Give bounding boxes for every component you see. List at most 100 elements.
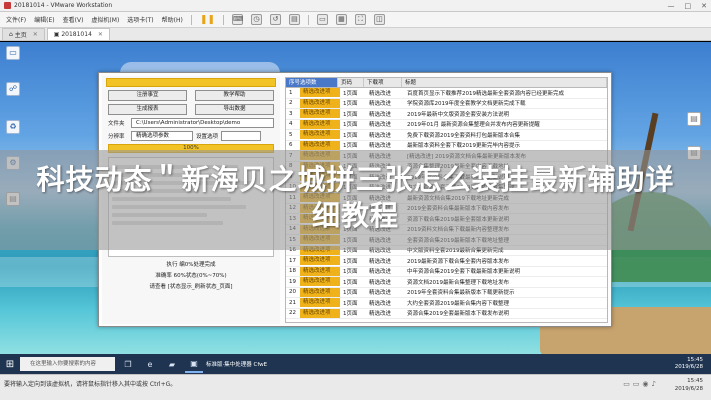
row-page: 1页面 xyxy=(343,101,358,108)
tab-label: 20181014 xyxy=(61,31,92,38)
minimize-button[interactable]: — xyxy=(668,2,675,10)
desktop-icon-computer[interactable]: ▭ xyxy=(4,46,22,60)
settings-label: 设置选项 xyxy=(196,134,219,140)
menu-vm[interactable]: 虚拟机(M) xyxy=(87,15,123,24)
host-clock[interactable]: 15:45 2019/6/28 xyxy=(675,377,703,393)
row-download: 精选改进 xyxy=(369,300,392,307)
menu-file[interactable]: 文件(F) xyxy=(2,15,30,24)
row-download: 精选改进 xyxy=(369,311,392,318)
snapshot-icon[interactable]: ◷ xyxy=(250,14,262,25)
taskbar-search-input[interactable]: 在这里输入你要搜索的内容 xyxy=(20,357,115,371)
header-download[interactable]: 下载项 xyxy=(364,78,402,87)
resolution-label: 分辨率 xyxy=(108,134,125,140)
row-download: 精选改进 xyxy=(369,290,392,297)
table-row[interactable]: 3 精选改进项 1页面 精选改进 2019年最新中文版资源全套安装方法说明 xyxy=(286,109,607,120)
row-page: 1页面 xyxy=(343,300,358,307)
resolution-input[interactable]: 精确选项参数 xyxy=(131,131,193,141)
row-download: 精选改进 xyxy=(369,122,392,129)
table-row[interactable]: 17 精选改进项 1页面 精选改进 2019最新资源下载合集全套内容版本发布 xyxy=(286,256,607,267)
menu-view[interactable]: 查看(V) xyxy=(59,15,88,24)
tab-label: 主页 xyxy=(14,32,27,39)
row-number: 1 xyxy=(289,89,293,96)
row-title: 2019年全套资料合集最新版本下载更新提示 xyxy=(407,290,515,297)
menu-edit[interactable]: 编辑(E) xyxy=(30,15,58,24)
snapshot-manager-icon[interactable]: ▤ xyxy=(288,14,300,25)
button-row: 生成报表 导出数据 xyxy=(108,104,274,115)
row-download: 精选改进 xyxy=(369,269,392,276)
desktop-icon-file[interactable]: ▤ xyxy=(685,112,703,126)
vmware-titlebar: 20181014 - VMware Workstation — □ ✕ xyxy=(0,0,711,12)
register-button[interactable]: 注册事宜 xyxy=(108,90,187,101)
row-page: 1页面 xyxy=(343,90,358,97)
task-view-icon[interactable]: ❐ xyxy=(119,355,137,373)
desktop-icon-network[interactable]: ☍ xyxy=(4,82,22,96)
help-button[interactable]: 教学帮助 xyxy=(195,90,274,101)
tab-home[interactable]: ⌂ 主页 ✕ xyxy=(2,28,45,40)
device-icons[interactable]: ▭▭◉♪ xyxy=(623,380,659,388)
vmware-tabbar: ⌂ 主页 ✕ ▣ 20181014 ✕ xyxy=(0,28,711,41)
guest-clock[interactable]: 15:45 2019/6/28 xyxy=(675,357,711,371)
windows-start-icon[interactable]: ⊞ xyxy=(0,354,20,374)
table-row[interactable]: 20 精选改进项 1页面 精选改进 2019年全套资料合集最新版本下载更新提示 xyxy=(286,287,607,298)
status-line: 请查看 [状态显示_刷新状态_页面] xyxy=(149,284,233,290)
active-app-label[interactable]: 标准版·集中处理器 CfwE xyxy=(206,360,267,368)
menu-help[interactable]: 帮助(H) xyxy=(158,15,187,24)
menu-separator xyxy=(190,14,192,25)
status-line: 执行 编0%处理完成 xyxy=(166,262,216,268)
generate-report-button[interactable]: 生成报表 xyxy=(108,104,187,115)
row-status-badge: 精选改进项 xyxy=(300,256,340,266)
file-explorer-icon[interactable]: ▰ xyxy=(163,355,181,373)
row-status-badge: 精选改进项 xyxy=(300,130,340,140)
close-button[interactable]: ✕ xyxy=(701,2,707,10)
row-title: 最新版本资料全套下载2019更新完毕内容提示 xyxy=(407,143,520,150)
fullscreen-icon[interactable]: ⛶ xyxy=(354,14,366,25)
table-header: 序号选项数 页码 下载项 标题 xyxy=(286,78,607,88)
send-ctrl-alt-del-icon[interactable]: ⌨ xyxy=(231,14,243,25)
table-row[interactable]: 22 精选改进项 1页面 精选改进 资源合集2019全套最新版本下载发布说明 xyxy=(286,308,607,319)
row-number: 4 xyxy=(289,121,293,128)
app-taskbar-icon[interactable]: ▣ xyxy=(185,355,203,373)
table-row[interactable]: 19 精选改进项 1页面 精选改进 资源文档2019最新合集整理下载地址发布 xyxy=(286,277,607,288)
guest-time: 15:45 xyxy=(687,357,703,363)
folder-path-input[interactable]: C:\Users\Administrator\Desktop\demo xyxy=(131,118,274,128)
table-row[interactable]: 1 精选改进项 1页面 精选改进 百度首页显示下载推荐2019精选最新全套资源内容已经更… xyxy=(286,88,607,99)
row-status-badge: 精选改进项 xyxy=(300,88,340,98)
table-row[interactable]: 2 精选改进项 1页面 精选改进 学院资源库2019年度全套教学文档更新完成下载 xyxy=(286,98,607,109)
row-title: 学院资源库2019年度全套教学文档更新完成下载 xyxy=(407,101,526,108)
table-row[interactable]: 4 精选改进项 1页面 精选改进 2019年01月 最新资源合集整理合并发布内容更新提醒 xyxy=(286,119,607,130)
thumbnail-view-icon[interactable]: ▦ xyxy=(335,14,347,25)
tab-vm[interactable]: ▣ 20181014 ✕ xyxy=(46,28,110,40)
menu-tabs[interactable]: 选项卡(T) xyxy=(123,15,157,24)
unity-icon[interactable]: ◫ xyxy=(373,14,385,25)
maximize-button[interactable]: □ xyxy=(685,2,692,10)
row-page: 1页面 xyxy=(343,290,358,297)
table-row[interactable]: 21 精选改进项 1页面 精选改进 大约全套资源2019最新合集内容下载整理 xyxy=(286,298,607,309)
header-status[interactable]: 序号选项数 xyxy=(286,78,338,87)
library-view-icon[interactable]: ▭ xyxy=(316,14,328,25)
button-row: 注册事宜 教学帮助 xyxy=(108,90,274,101)
row-number: 17 xyxy=(289,257,296,264)
revert-snapshot-icon[interactable]: ↺ xyxy=(269,14,281,25)
tab-close-icon[interactable]: ✕ xyxy=(98,31,103,38)
tab-close-icon[interactable]: ✕ xyxy=(33,31,38,38)
row-title: 2019最新资源下载合集全套内容版本发布 xyxy=(407,258,509,265)
window-title: 20181014 - VMware Workstation xyxy=(14,2,113,9)
row-status-badge: 精选改进项 xyxy=(300,287,340,297)
export-data-button[interactable]: 导出数据 xyxy=(195,104,274,115)
header-page[interactable]: 页码 xyxy=(338,78,364,87)
edge-browser-icon[interactable]: e xyxy=(141,355,159,373)
headline-banner: 科技动态＂新海贝之城拼三张怎么装挂最新辅助详细教程 xyxy=(0,150,711,250)
vmware-logo-icon xyxy=(4,2,11,9)
table-row[interactable]: 18 精选改进项 1页面 精选改进 中年资源合集2019全套下载最新版本更新说明 xyxy=(286,266,607,277)
pause-icon[interactable]: ❚❚ xyxy=(200,15,215,25)
row-page: 1页面 xyxy=(343,311,358,318)
row-page: 1页面 xyxy=(343,279,358,286)
row-number: 19 xyxy=(289,278,296,285)
row-title: 中年资源合集2019全套下载最新版本更新说明 xyxy=(407,269,520,276)
table-row[interactable]: 5 精选改进项 1页面 精选改进 免费下载资源2019全套资料打包最新版本合集 xyxy=(286,130,607,141)
header-title[interactable]: 标题 xyxy=(402,78,607,87)
row-download: 精选改进 xyxy=(369,111,392,118)
desktop-icon-recycle-bin[interactable]: ♻ xyxy=(4,120,22,134)
settings-input[interactable] xyxy=(221,131,262,141)
menu-separator xyxy=(307,14,309,25)
